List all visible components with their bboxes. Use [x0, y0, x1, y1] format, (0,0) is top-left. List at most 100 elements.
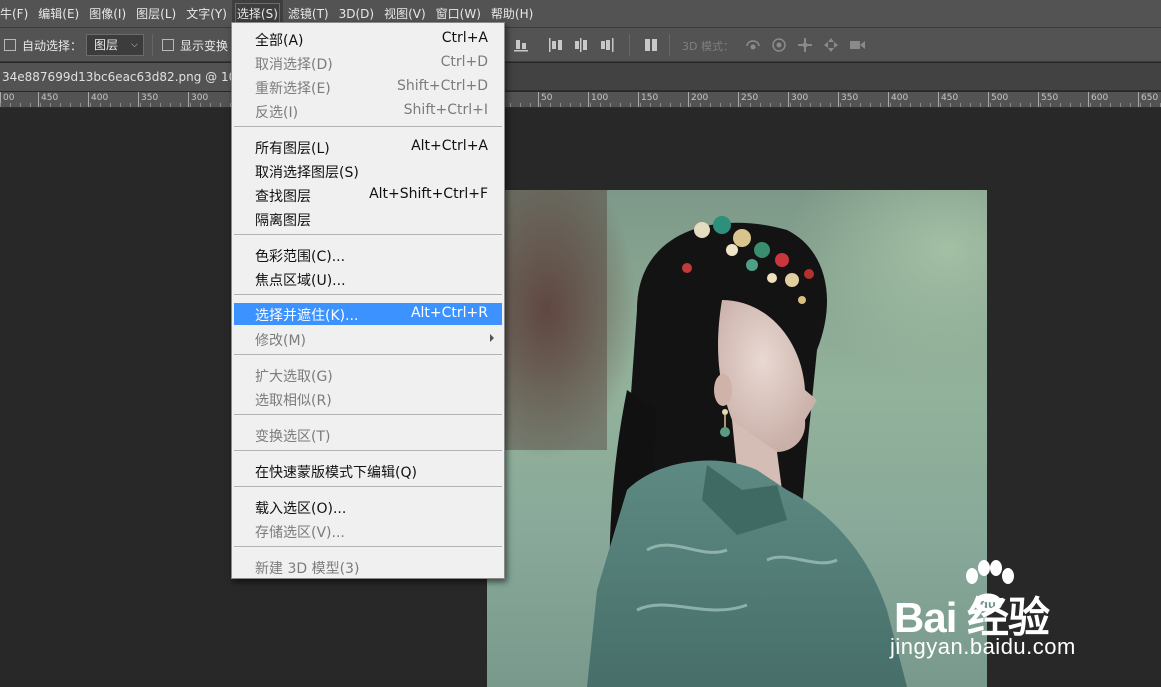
auto-align-icon[interactable]: [642, 36, 660, 54]
ruler-minor-tick: [550, 103, 551, 107]
ruler-minor-tick: [650, 103, 651, 107]
ruler-tick-label: 100: [591, 93, 609, 103]
distribute-right-icon[interactable]: [598, 36, 616, 54]
menu-item-grow[interactable]: 扩大选取(G): [234, 363, 502, 387]
ruler-minor-tick: [880, 103, 881, 107]
align-bottom-icon[interactable]: [512, 36, 530, 54]
menu-item-transform-selection[interactable]: 变换选区(T): [234, 423, 502, 447]
document-tab-strip: 34e887699d13bc6eac63d82.png @ 100%(...: [0, 63, 1161, 91]
menu-edit[interactable]: 编辑(E): [33, 0, 84, 28]
ruler-minor-tick: [150, 103, 151, 107]
menu-divider: [234, 486, 502, 487]
menu-item-all-layers[interactable]: 所有图层(L) Alt+Ctrl+A: [234, 135, 502, 159]
document-tab[interactable]: 34e887699d13bc6eac63d82.png @ 100%(...: [0, 63, 260, 91]
ruler-minor-tick: [1120, 103, 1121, 107]
ruler-minor-tick: [780, 103, 781, 107]
ruler-minor-tick: [200, 103, 201, 107]
ruler-minor-tick: [110, 103, 111, 107]
ruler-tick-label: 600: [1091, 93, 1109, 103]
ruler-minor-tick: [890, 103, 891, 107]
ruler-minor-tick: [210, 103, 211, 107]
ruler-minor-tick: [730, 103, 731, 107]
menu-item-focus-area[interactable]: 焦点区域(U)...: [234, 267, 502, 291]
menu-item-similar[interactable]: 选取相似(R): [234, 387, 502, 411]
horizontal-ruler[interactable]: 00 450 400 350 300 50 100 150 200 250 300 350 400 450…: [0, 92, 1161, 108]
menu-divider: [234, 450, 502, 451]
ruler-tick-label: 350: [841, 93, 859, 103]
menu-item-select-all[interactable]: 全部(A) Ctrl+A: [234, 27, 502, 51]
ruler-minor-tick: [530, 103, 531, 107]
menu-item-reselect[interactable]: 重新选择(E) Shift+Ctrl+D: [234, 75, 502, 99]
3d-slide-icon[interactable]: [822, 36, 840, 54]
show-transform-checkbox[interactable]: [162, 39, 174, 51]
ruler-minor-tick: [1020, 103, 1021, 107]
ruler-minor-tick: [1060, 103, 1061, 107]
ruler-minor-tick: [1140, 103, 1141, 107]
ruler-minor-tick: [870, 103, 871, 107]
ruler-minor-tick: [920, 103, 921, 107]
ruler-minor-tick: [620, 103, 621, 107]
ruler-tick-label: 300: [191, 93, 209, 103]
distribute-left-icon[interactable]: [546, 36, 564, 54]
ruler-minor-tick: [770, 103, 771, 107]
3d-pan-icon[interactable]: [796, 36, 814, 54]
menu-item-isolate-layers[interactable]: 隔离图层: [234, 207, 502, 231]
menu-item-deselect[interactable]: 取消选择(D) Ctrl+D: [234, 51, 502, 75]
layer-dropdown-value: 图层: [94, 38, 119, 52]
menu-item-find-layers[interactable]: 查找图层 Alt+Shift+Ctrl+F: [234, 183, 502, 207]
ruler-tick-label: 350: [141, 93, 159, 103]
ruler-minor-tick: [1090, 103, 1091, 107]
menu-file[interactable]: 牛(F): [0, 0, 33, 28]
3d-roll-icon[interactable]: [770, 36, 788, 54]
ruler-minor-tick: [70, 103, 71, 107]
ruler-minor-tick: [1080, 103, 1081, 107]
ruler-minor-tick: [160, 103, 161, 107]
menu-item-modify[interactable]: 修改(M): [234, 327, 502, 351]
3d-rotate-icon[interactable]: [744, 36, 762, 54]
ruler-minor-tick: [20, 103, 21, 107]
ruler-minor-tick: [10, 103, 11, 107]
ruler-minor-tick: [600, 103, 601, 107]
ruler-minor-tick: [190, 103, 191, 107]
ruler-minor-tick: [710, 103, 711, 107]
ruler-minor-tick: [1100, 103, 1101, 107]
ruler-minor-tick: [220, 103, 221, 107]
ruler-tick-label: 400: [891, 93, 909, 103]
ruler-minor-tick: [170, 103, 171, 107]
ruler-tick-label: 450: [941, 93, 959, 103]
ruler-minor-tick: [610, 103, 611, 107]
ruler-minor-tick: [640, 103, 641, 107]
menu-type[interactable]: 文字(Y): [181, 0, 232, 28]
ruler-minor-tick: [130, 103, 131, 107]
3d-scale-icon[interactable]: [848, 36, 866, 54]
ruler-minor-tick: [1070, 103, 1071, 107]
ruler-minor-tick: [1040, 103, 1041, 107]
ruler-minor-tick: [40, 103, 41, 107]
ruler-minor-tick: [810, 103, 811, 107]
show-transform-label: 显示变换: [180, 39, 229, 53]
ruler-minor-tick: [830, 103, 831, 107]
menu-item-new-3d-model[interactable]: 新建 3D 模型(3): [234, 555, 502, 579]
layer-dropdown[interactable]: 图层 ⌵: [86, 34, 144, 56]
ruler-tick-label: 50: [541, 93, 553, 103]
menu-item-save-selection[interactable]: 存储选区(V)...: [234, 519, 502, 543]
ruler-minor-tick: [590, 103, 591, 107]
menu-item-color-range[interactable]: 色彩范围(C)...: [234, 243, 502, 267]
distribute-center-icon[interactable]: [572, 36, 590, 54]
menu-item-deselect-layers[interactable]: 取消选择图层(S): [234, 159, 502, 183]
ruler-minor-tick: [680, 103, 681, 107]
auto-select-checkbox[interactable]: [4, 39, 16, 51]
menu-item-inverse[interactable]: 反选(I) Shift+Ctrl+I: [234, 99, 502, 123]
ruler-minor-tick: [1150, 103, 1151, 107]
ruler-minor-tick: [140, 103, 141, 107]
ruler-minor-tick: [980, 103, 981, 107]
ruler-minor-tick: [100, 103, 101, 107]
menu-item-quick-mask[interactable]: 在快速蒙版模式下编辑(Q): [234, 459, 502, 483]
menu-divider: [234, 546, 502, 547]
ruler-minor-tick: [510, 103, 511, 107]
ruler-minor-tick: [80, 103, 81, 107]
menu-item-load-selection[interactable]: 载入选区(O)...: [234, 495, 502, 519]
menu-layer[interactable]: 图层(L): [131, 0, 181, 28]
menu-image[interactable]: 图像(I): [84, 0, 131, 28]
menu-item-select-and-mask[interactable]: 选择并遮住(K)... Alt+Ctrl+R: [234, 303, 502, 325]
